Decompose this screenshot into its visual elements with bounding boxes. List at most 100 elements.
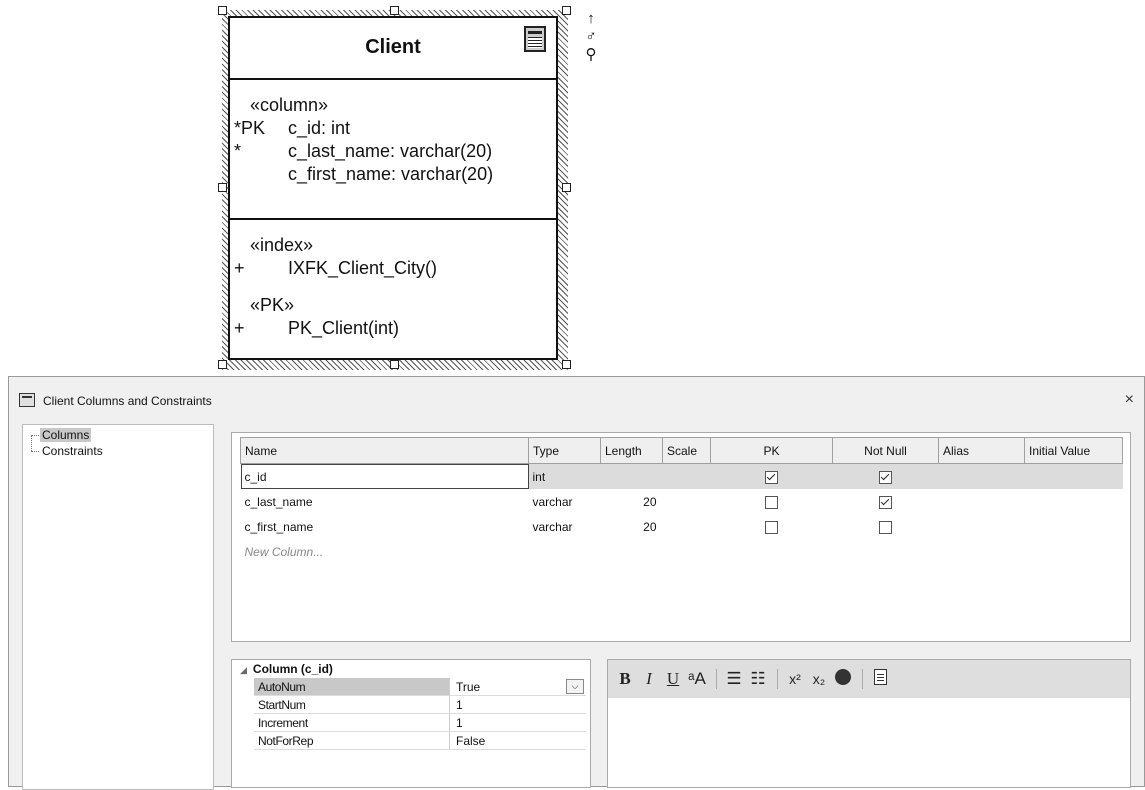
column-header-alias[interactable]: Alias	[938, 437, 1025, 464]
columns-constraints-dialog: Client Columns and Constraints × Columns…	[8, 376, 1145, 790]
close-icon[interactable]: ×	[1125, 391, 1134, 409]
property-value[interactable]: 1	[450, 714, 586, 732]
uml-attribute: c_first_name: varchar(20)	[230, 163, 556, 186]
column-header-initial-value[interactable]: Initial Value	[1024, 437, 1123, 464]
op-prefix: +	[234, 318, 245, 338]
property-value[interactable]: 1	[450, 696, 586, 714]
brush-icon[interactable]: ♂	[580, 28, 602, 46]
resize-handle-bottom[interactable]	[390, 360, 399, 369]
cell-alias[interactable]	[939, 514, 1025, 539]
font-color-icon[interactable]: ᵃA	[686, 669, 708, 689]
new-column-placeholder[interactable]: New Column...	[241, 539, 529, 564]
cell-initial-value[interactable]	[1024, 463, 1123, 489]
dialog-table-icon	[19, 393, 35, 407]
columns-grid-panel: Name Type Length Scale PK Not Null Alias…	[231, 432, 1131, 642]
resize-handle-bottom-left[interactable]	[218, 360, 227, 369]
properties-section-header[interactable]: ◢ Column (c_id)	[232, 660, 590, 678]
resize-handle-left[interactable]	[218, 183, 227, 192]
underline-button[interactable]: U	[662, 669, 684, 689]
cell-scale[interactable]	[663, 514, 711, 539]
cell-name[interactable]: c_last_name	[241, 489, 529, 514]
property-name: Increment	[254, 714, 450, 732]
numbered-list-icon[interactable]: ☷	[747, 669, 769, 689]
column-header-name[interactable]: Name	[240, 437, 529, 464]
property-row-startnum[interactable]: StartNum 1	[232, 696, 590, 714]
property-name: StartNum	[254, 696, 450, 714]
columns-table: Name Type Length Scale PK Not Null Alias…	[240, 437, 1123, 564]
attr-text: c_id: int	[288, 118, 351, 138]
tree-item-constraints[interactable]: Constraints	[23, 443, 213, 459]
arrow-up-icon[interactable]: ↑	[580, 10, 602, 28]
chevron-down-icon[interactable]: ⌵	[566, 679, 584, 694]
property-name: NotForRep	[254, 732, 450, 750]
table-row[interactable]: c_id int	[240, 463, 1123, 489]
resize-handle-right[interactable]	[562, 183, 571, 192]
not-null-checkbox[interactable]	[879, 470, 892, 484]
uml-class-client[interactable]: Client «column» *PK c_id: int * c_last_nam…	[228, 16, 558, 360]
cell-pk	[711, 514, 833, 539]
subscript-button[interactable]: x₂	[808, 671, 830, 687]
cell-scale[interactable]	[663, 489, 711, 514]
column-header-scale[interactable]: Scale	[662, 437, 711, 464]
cell-name[interactable]: c_id	[240, 463, 529, 489]
cell-alias[interactable]	[938, 463, 1025, 489]
op-prefix: +	[234, 258, 245, 278]
property-row-increment[interactable]: Increment 1	[232, 714, 590, 732]
uml-title-compartment: Client	[230, 18, 556, 80]
pk-checkbox[interactable]	[765, 470, 778, 484]
tree-item-columns[interactable]: Columns	[23, 427, 213, 451]
cell-type[interactable]: varchar	[529, 489, 601, 514]
table-row[interactable]: c_first_name varchar 20	[241, 514, 1123, 539]
cell-length[interactable]	[600, 463, 663, 489]
cell-name[interactable]: c_first_name	[241, 514, 529, 539]
hyperlink-globe-icon[interactable]	[835, 668, 851, 685]
toolbar-separator	[716, 669, 717, 689]
column-properties-panel: ◢ Column (c_id) AutoNum True ⌵ StartNum 1 …	[231, 659, 591, 788]
cell-type[interactable]: int	[528, 463, 601, 489]
uml-attribute: *PK c_id: int	[230, 117, 556, 140]
pk-checkbox[interactable]	[765, 495, 778, 509]
cell-initial-value[interactable]	[1025, 514, 1123, 539]
pk-checkbox[interactable]	[765, 520, 778, 534]
property-row-notforrep[interactable]: NotForRep False	[232, 732, 590, 750]
column-header-not-null[interactable]: Not Null	[832, 437, 939, 464]
property-value: True	[456, 680, 481, 694]
property-row-autonum[interactable]: AutoNum True ⌵	[232, 678, 590, 696]
cell-length[interactable]: 20	[601, 489, 663, 514]
dialog-titlebar: Client Columns and Constraints ×	[9, 377, 1144, 415]
resize-handle-top-right[interactable]	[562, 6, 571, 15]
resize-handle-bottom-right[interactable]	[562, 360, 571, 369]
column-header-length[interactable]: Length	[600, 437, 663, 464]
column-header-type[interactable]: Type	[528, 437, 601, 464]
uml-operations-compartment: «index» + IXFK_Client_City() «PK» + PK_Cli…	[230, 220, 556, 340]
bold-button[interactable]: B	[614, 669, 636, 689]
bullet-list-icon[interactable]: ☰	[723, 669, 745, 689]
table-row[interactable]: c_last_name varchar 20	[241, 489, 1123, 514]
attr-prefix: *PK	[234, 118, 266, 138]
collapse-triangle-icon[interactable]: ◢	[240, 665, 247, 675]
resize-handle-top-left[interactable]	[218, 6, 227, 15]
magnifier-icon[interactable]: ⚲	[580, 46, 602, 64]
cell-pk	[710, 463, 833, 489]
superscript-button[interactable]: x²	[784, 671, 806, 687]
cell-type[interactable]: varchar	[529, 514, 601, 539]
document-icon[interactable]	[873, 668, 887, 685]
cell-scale[interactable]	[662, 463, 711, 489]
not-null-checkbox[interactable]	[879, 520, 892, 534]
cell-pk	[711, 489, 833, 514]
italic-button[interactable]: I	[638, 669, 660, 689]
not-null-checkbox[interactable]	[879, 495, 892, 509]
editor-toolbar: B I U ᵃA ☰ ☷ x² x₂	[608, 660, 1130, 698]
uml-class-name: Client	[365, 36, 421, 58]
cell-initial-value[interactable]	[1025, 489, 1123, 514]
resize-handle-top[interactable]	[390, 6, 399, 15]
op-text: PK_Client(int)	[288, 318, 400, 338]
property-value[interactable]: False	[450, 732, 586, 750]
cell-alias[interactable]	[939, 489, 1025, 514]
cell-length[interactable]: 20	[601, 514, 663, 539]
property-name: AutoNum	[254, 678, 450, 696]
property-value-dropdown[interactable]: True ⌵	[450, 678, 586, 696]
new-column-row[interactable]: New Column...	[241, 539, 1123, 564]
column-header-pk[interactable]: PK	[710, 437, 833, 464]
uml-attribute: * c_last_name: varchar(20)	[230, 140, 556, 163]
